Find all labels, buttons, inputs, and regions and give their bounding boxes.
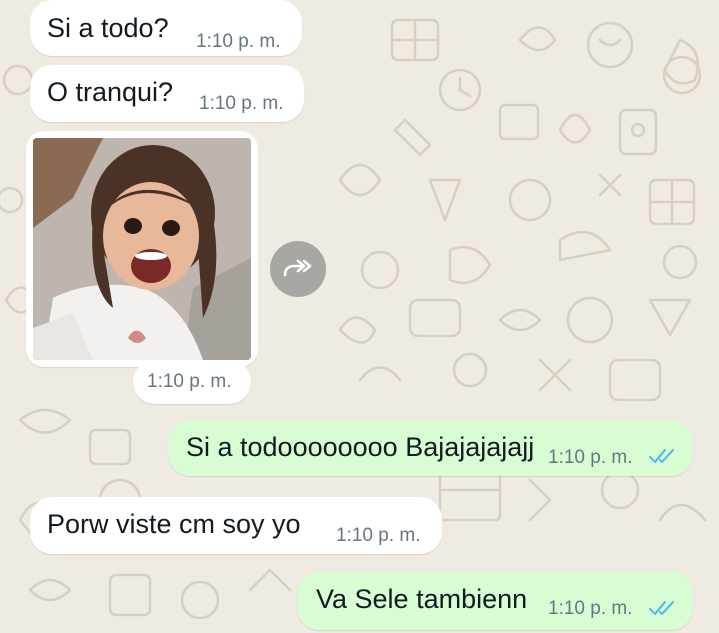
forward-icon: [283, 259, 312, 277]
photo-thumbnail[interactable]: [33, 138, 251, 360]
outgoing-message[interactable]: Si a todoooooooo Bajajajajajj 1:10 p. m.: [168, 420, 693, 476]
forward-button[interactable]: [270, 241, 326, 297]
image-message[interactable]: [26, 131, 258, 367]
double-check-read-icon: [648, 600, 675, 616]
message-time: 1:10 p. m.: [548, 447, 633, 468]
message-time: 1:10 p. m.: [336, 525, 421, 546]
image-time-pill: 1:10 p. m.: [133, 360, 251, 404]
message-time: 1:10 p. m.: [548, 598, 633, 619]
message-text: Si a todoooooooo Bajajajajajj: [186, 432, 535, 462]
message-time: 1:10 p. m.: [196, 31, 281, 52]
incoming-message[interactable]: O tranqui? 1:10 p. m.: [30, 65, 304, 122]
message-text: Va Sele tambienn: [316, 584, 528, 614]
message-text: Porw viste cm soy yo: [47, 509, 301, 539]
incoming-message[interactable]: Porw viste cm soy yo 1:10 p. m.: [30, 497, 442, 554]
double-check-read-icon: [648, 448, 675, 464]
message-time: 1:10 p. m.: [147, 371, 232, 392]
incoming-message[interactable]: Si a todo? 1:10 p. m.: [30, 0, 302, 56]
message-text: O tranqui?: [47, 77, 174, 107]
message-time: 1:10 p. m.: [199, 93, 284, 114]
message-text: Si a todo?: [47, 13, 169, 43]
outgoing-message[interactable]: Va Sele tambienn 1:10 p. m.: [297, 572, 693, 630]
